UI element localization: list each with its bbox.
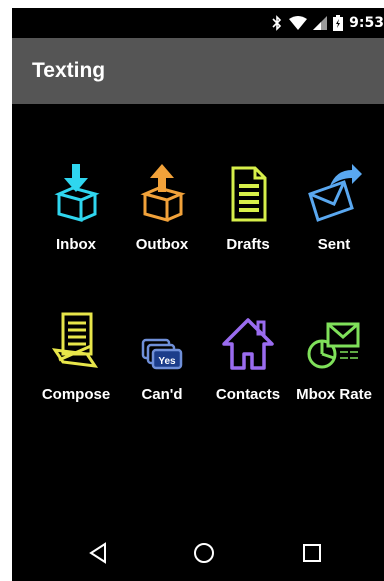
recents-icon[interactable] (292, 537, 332, 569)
mbox-rate-tile[interactable]: Mbox Rate (288, 308, 380, 428)
inbox-icon (46, 158, 106, 222)
mbox-rate-label: Mbox Rate (296, 386, 372, 403)
inbox-tile[interactable]: Inbox (30, 158, 122, 278)
signal-icon (313, 16, 328, 30)
drafts-label: Drafts (226, 236, 270, 253)
contacts-icon (218, 308, 278, 372)
canned-tile[interactable]: Yes Can'd (116, 308, 208, 428)
canned-icon: Yes (132, 308, 192, 372)
outbox-tile[interactable]: Outbox (116, 158, 208, 278)
sent-label: Sent (317, 236, 351, 253)
battery-icon (333, 15, 344, 31)
sent-icon (304, 158, 364, 222)
contacts-tile[interactable]: Contacts (202, 308, 294, 428)
phone-screen: 9:53 Texting Inbox Outbox Drafts Sent Co… (12, 8, 384, 581)
canned-label: Can'd (141, 386, 183, 403)
sent-tile[interactable]: Sent (288, 158, 380, 278)
navigation-bar (12, 525, 384, 581)
outbox-icon (132, 158, 192, 222)
svg-text:Yes: Yes (158, 356, 176, 367)
app-title: Texting (32, 59, 106, 82)
contacts-label: Contacts (215, 386, 281, 403)
wifi-icon (289, 16, 308, 30)
compose-label: Compose (41, 386, 111, 403)
home-icon[interactable] (184, 537, 224, 569)
status-bar: 9:53 (12, 8, 384, 38)
drafts-icon (218, 158, 278, 222)
outbox-label: Outbox (135, 236, 189, 253)
compose-tile[interactable]: Compose (30, 308, 122, 428)
drafts-tile[interactable]: Drafts (202, 158, 294, 278)
app-bar: Texting (12, 38, 384, 104)
mbox-rate-icon (304, 308, 364, 372)
bluetooth-icon (271, 15, 283, 31)
inbox-label: Inbox (56, 236, 96, 253)
back-icon[interactable] (78, 537, 118, 569)
compose-icon (46, 308, 106, 372)
status-time: 9:53 (349, 15, 384, 31)
